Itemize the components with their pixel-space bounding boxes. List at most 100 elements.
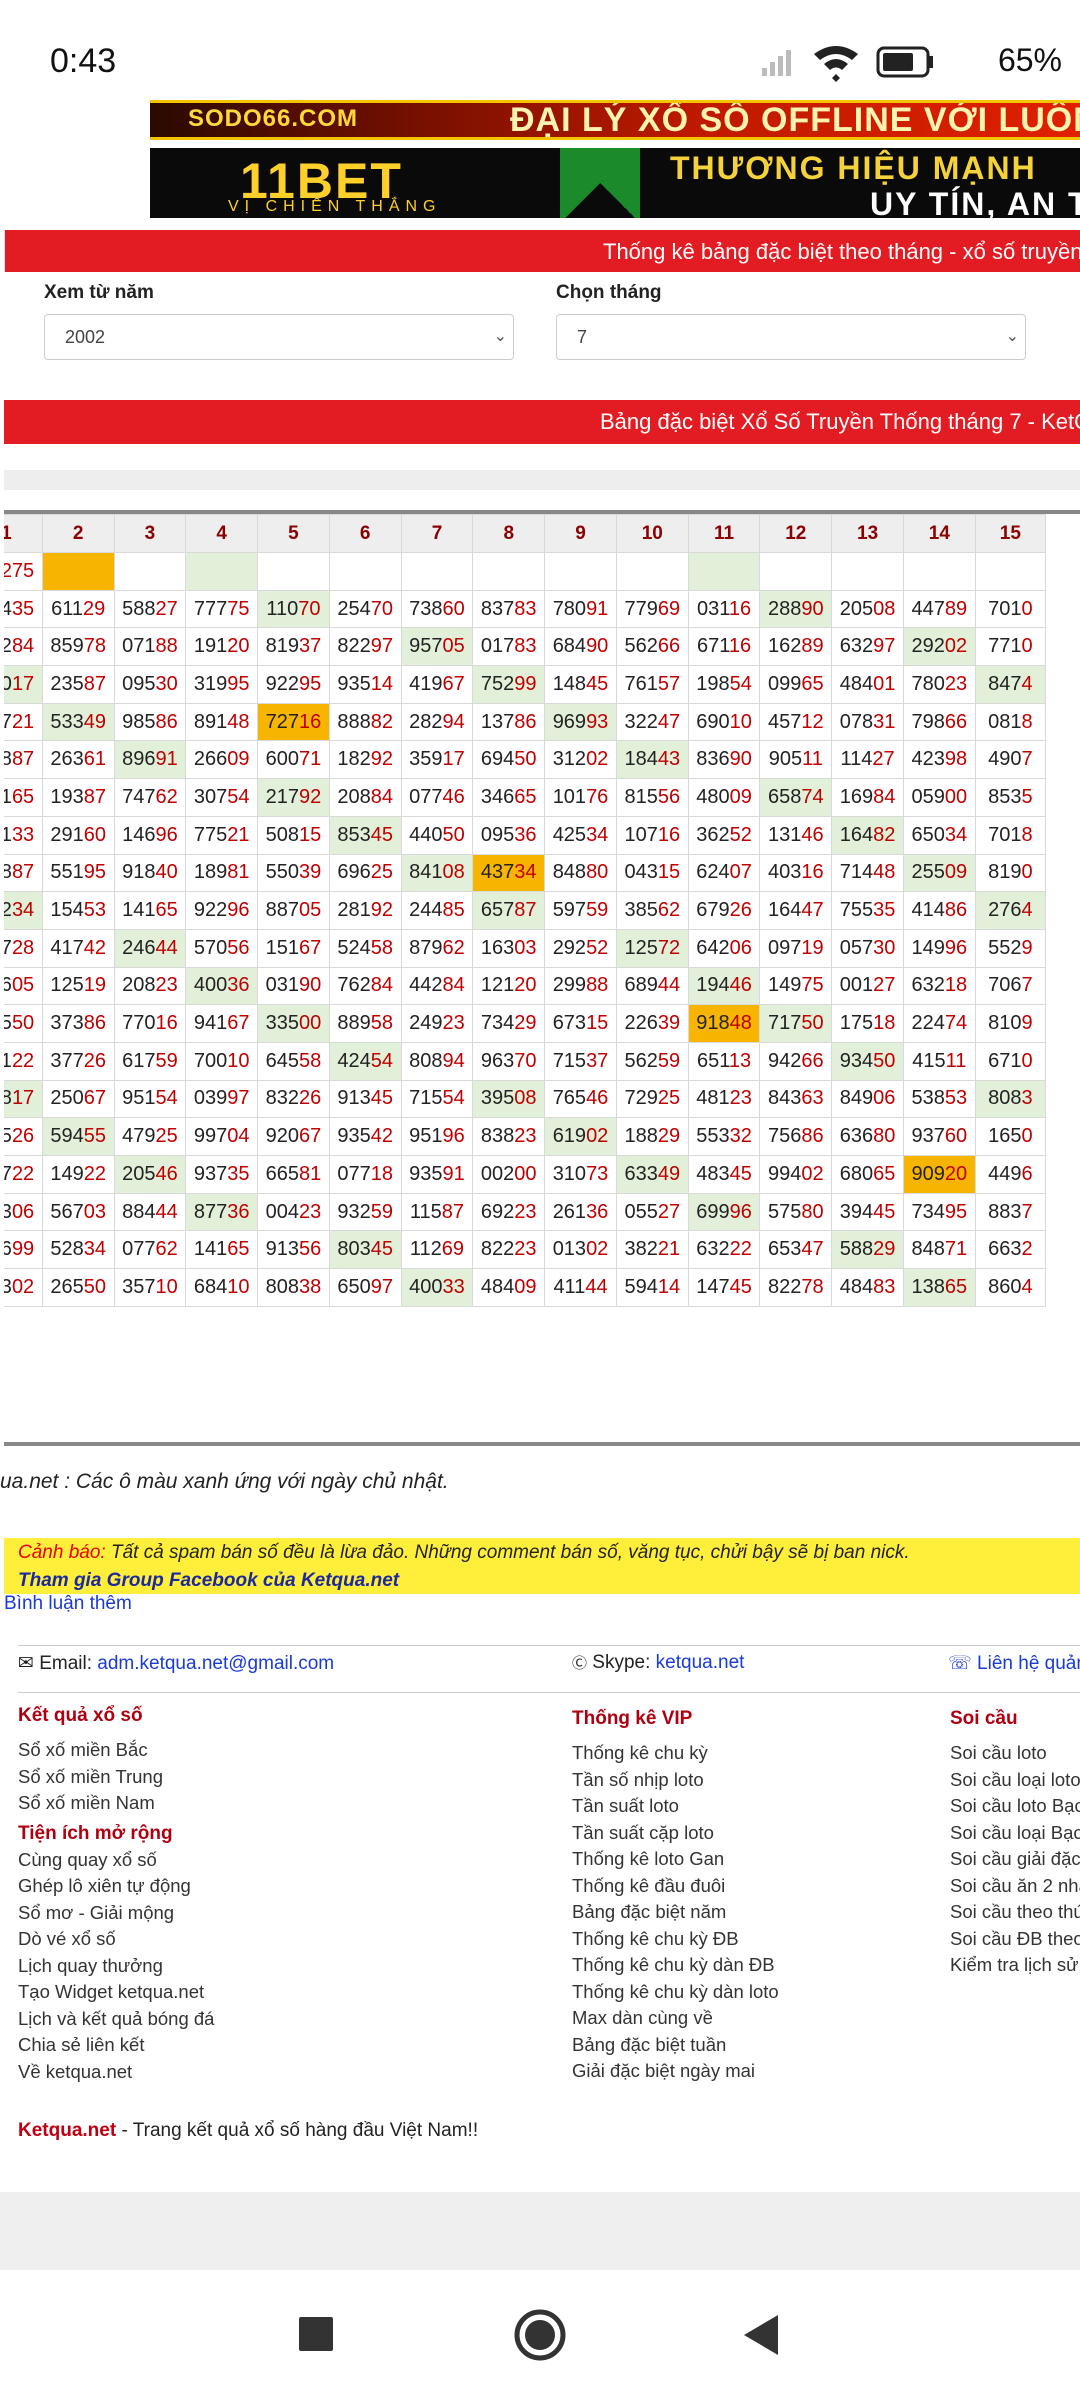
footer-link[interactable]: Chia sẻ liên kết xyxy=(18,2032,214,2059)
footer-link[interactable]: Soi cầu loại Bạc xyxy=(950,1820,1080,1847)
cell-prefix: 487 xyxy=(4,937,12,959)
footer-link[interactable]: Soi cầu loại loto xyxy=(950,1767,1080,1794)
more-comments-link[interactable]: Bình luận thêm xyxy=(4,1593,132,1615)
footer-link[interactable]: Soi cầu ĐB theo xyxy=(950,1926,1080,1953)
cell-last-digits: 53 xyxy=(944,1087,968,1110)
footer-link[interactable]: Ghép lô xiên tự động xyxy=(18,1873,214,1900)
cell-last-digits: 27 xyxy=(873,974,896,997)
cell-last-digits: 21 xyxy=(11,710,35,733)
footer-link[interactable]: Lịch và kết quả bóng đá xyxy=(18,2006,214,2033)
cell-prefix: 701 xyxy=(4,786,12,808)
footer-link[interactable]: Thống kê loto Gan xyxy=(572,1846,779,1873)
cell-last-digits: 23 xyxy=(944,672,968,695)
table-cell: 16303 xyxy=(472,928,546,968)
cell-prefix: 039 xyxy=(193,1087,228,1110)
footer-link[interactable]: Tần số nhịp loto xyxy=(572,1767,779,1794)
column-header: 6 xyxy=(328,514,402,553)
footer-brand[interactable]: Ketqua.net xyxy=(18,2120,116,2141)
cell-prefix: 263 xyxy=(50,748,84,771)
footer-link[interactable]: Bảng đặc biệt năm xyxy=(572,1899,779,1926)
footer-link[interactable]: Thống kê đầu đuôi xyxy=(572,1873,779,1900)
recents-button[interactable] xyxy=(282,2300,352,2370)
cell-prefix: 359 xyxy=(409,748,443,771)
filter-form: Xem từ năm 2002 ⌄ Chọn tháng 7 ⌄ xyxy=(4,272,1080,384)
cell-prefix: 717 xyxy=(767,1012,802,1035)
facebook-group-link[interactable]: Tham gia Group Facebook của Ketqua.net xyxy=(18,1570,1080,1592)
cell-last-digits: 78 xyxy=(801,1275,824,1298)
cell-prefix: 942 xyxy=(767,1049,802,1072)
cell-prefix: 684 xyxy=(552,635,587,658)
cell-last-digits: 36 xyxy=(586,1200,609,1223)
web-page[interactable]: SODO66.COM ĐẠI LÝ XỔ SỐ OFFLINE VỚI LUÔN… xyxy=(0,100,1080,2270)
cell-last-digits: 4 xyxy=(1021,1275,1033,1298)
email-contact: ✉ Email: adm.ketqua.net@gmail.com xyxy=(18,1652,334,1675)
footer-link[interactable]: Cùng quay xổ số xyxy=(18,1847,214,1874)
footer-link[interactable]: Giải đặc biệt ngày mai xyxy=(572,2058,779,2085)
cell-last-digits: 7 xyxy=(1021,748,1033,771)
footer-link[interactable]: Soi cầu loto xyxy=(950,1740,1080,1767)
cell-prefix: 149 xyxy=(767,974,802,997)
table-cell xyxy=(328,552,402,591)
table-cell: 05730 xyxy=(831,928,904,968)
cell-last-digits: 23 xyxy=(442,1012,465,1035)
footer-link[interactable]: Dò vé xổ số xyxy=(18,1926,214,1953)
month-select[interactable]: 7 ⌄ xyxy=(556,314,1026,360)
ad-banner-sodo66[interactable]: SODO66.COM ĐẠI LÝ XỔ SỐ OFFLINE VỚI LUÔN xyxy=(150,100,1080,140)
year-select[interactable]: 2002 ⌄ xyxy=(44,314,514,360)
cell-prefix: 552 xyxy=(988,936,1022,959)
cell-prefix: 125 xyxy=(624,936,658,959)
ad-line2: UY TÍN, AN T xyxy=(870,186,1080,218)
cell-last-digits: 75 xyxy=(227,597,250,620)
footer-link[interactable]: Về ketqua.net xyxy=(18,2059,214,2086)
ads-contact[interactable]: ☏ Liên hệ quảng xyxy=(948,1652,1080,1675)
footer-link[interactable]: Thống kê chu kỳ xyxy=(572,1740,779,1767)
table-cell: 26609 xyxy=(185,740,259,780)
cell-prefix: 131 xyxy=(767,823,802,846)
footer-link[interactable]: Thống kê chu kỳ dàn loto xyxy=(572,1979,779,2006)
table-cell: 48123 xyxy=(687,1079,761,1119)
ads-contact-link[interactable]: Liên hệ quảng xyxy=(977,1653,1080,1674)
table-row: 4872841742246445705615167524588796216303… xyxy=(4,928,1047,968)
footer-link[interactable]: Sổ mơ - Giải mộng xyxy=(18,1900,214,1927)
table-cell: 10716 xyxy=(615,815,689,855)
footer-link[interactable]: Sổ xố miền Trung xyxy=(18,1764,214,1791)
table-cell: 22474 xyxy=(902,1004,976,1043)
footer-link[interactable]: Sổ xố miền Bắc xyxy=(18,1737,214,1764)
cell-prefix: 747 xyxy=(122,785,156,808)
footer-link[interactable]: Soi cầu theo thứ xyxy=(950,1899,1080,1926)
cell-prefix: 860 xyxy=(988,1275,1022,1298)
table-cell: 07188 xyxy=(113,627,187,667)
table-cell: 69996 xyxy=(687,1192,761,1232)
ad-banner-11bet[interactable]: 11BET VỊ CHIẾN THẮNG THƯƠNG HIỆU MẠNH UY… xyxy=(150,148,1080,218)
footer-link[interactable]: Soi cầu giải đặc xyxy=(950,1846,1080,1873)
table-row: 1930656703884448773600423932591158769223… xyxy=(4,1192,1047,1232)
footer-link[interactable]: Tần suất loto xyxy=(572,1793,779,1820)
footer-link[interactable]: Bảng đặc biệt tuần xyxy=(572,2032,779,2059)
footer-link[interactable]: Lịch quay thưởng xyxy=(18,1953,214,1980)
table-cell: 00423 xyxy=(257,1192,330,1232)
cell-prefix: 859 xyxy=(50,635,84,658)
footer-link[interactable]: Soi cầu ăn 2 nhá xyxy=(950,1873,1080,1900)
table-cell: 8109 xyxy=(974,1004,1047,1043)
footer-link[interactable]: Max dàn cùng về xyxy=(572,2005,779,2032)
footer-link[interactable]: Tần suất cặp loto xyxy=(572,1820,779,1847)
footer-link[interactable]: Thống kê chu kỳ ĐB xyxy=(572,1926,779,1953)
skype-link[interactable]: ketqua.net xyxy=(656,1652,745,1673)
table-cell: 09965 xyxy=(759,665,833,704)
footer-link[interactable]: Tạo Widget ketqua.net xyxy=(18,1979,214,2006)
cell-prefix: 031 xyxy=(265,974,299,997)
table-cell: 16302 xyxy=(4,1268,43,1307)
footer-link[interactable]: Thống kê chu kỳ dàn ĐB xyxy=(572,1952,779,1979)
footer-link[interactable]: Sổ xố miền Nam xyxy=(18,1790,214,1817)
email-link[interactable]: adm.ketqua.net@gmail.com xyxy=(97,1653,334,1674)
table-row: 1630226550357106841080838650974003348409… xyxy=(4,1268,1047,1307)
cell-prefix: 319 xyxy=(193,672,228,695)
cell-last-digits: 2 xyxy=(1021,1238,1033,1261)
cell-last-digits: 69 xyxy=(657,597,681,620)
footer-link[interactable]: Kiểm tra lịch sử xyxy=(950,1952,1080,1979)
back-button[interactable] xyxy=(728,2300,798,2370)
home-button[interactable] xyxy=(505,2300,575,2370)
footer-link[interactable]: Soi cầu loto Bạc xyxy=(950,1793,1080,1820)
results-table-container[interactable]: 123456789101112131415 012754443561129588… xyxy=(4,510,1080,1446)
table-cell: 25509 xyxy=(902,853,976,893)
